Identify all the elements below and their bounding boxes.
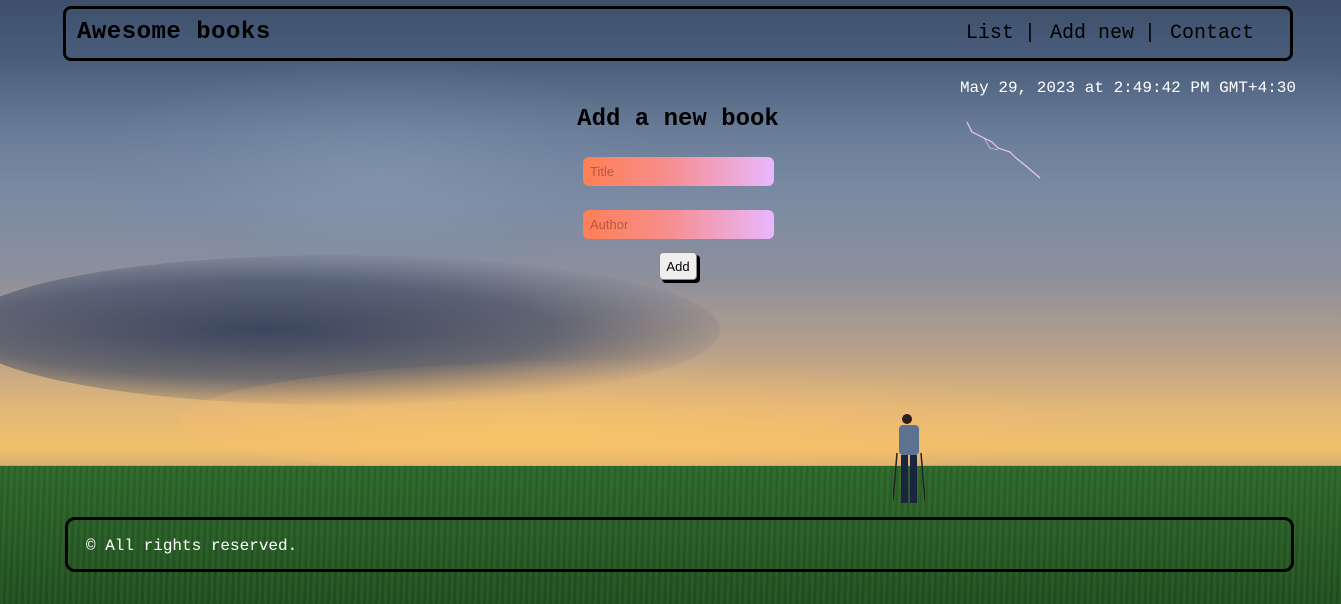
author-input[interactable]: [583, 210, 774, 239]
site-footer: © All rights reserved.: [65, 517, 1294, 572]
title-input[interactable]: [583, 157, 774, 186]
main-nav: List | Add new | Contact: [966, 22, 1254, 45]
brand-title: Awesome books: [77, 19, 271, 46]
nav-link-add-new[interactable]: Add new: [1050, 22, 1134, 45]
nav-link-contact[interactable]: Contact: [1170, 22, 1254, 45]
nav-separator: |: [1143, 22, 1156, 45]
site-header: Awesome books List | Add new | Contact: [63, 6, 1293, 61]
add-book-button[interactable]: Add: [659, 252, 697, 280]
nav-separator: |: [1023, 22, 1036, 45]
current-datetime: May 29, 2023 at 2:49:42 PM GMT+4:30: [959, 79, 1296, 97]
person-silhouette: [893, 414, 925, 503]
sunset-glow: [180, 360, 1080, 480]
form-heading: Add a new book: [577, 106, 779, 133]
copyright-text: © All rights reserved.: [86, 537, 298, 555]
nav-link-list[interactable]: List: [966, 22, 1014, 45]
